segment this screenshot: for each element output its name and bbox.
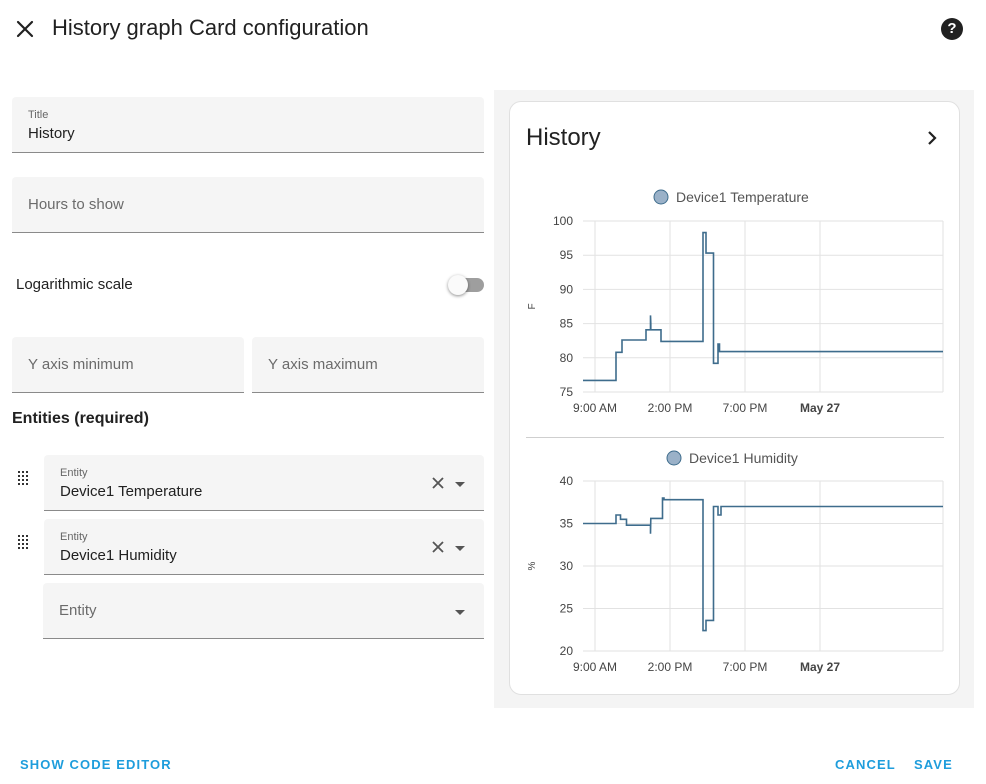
y-axis-maximum-placeholder: Y axis maximum bbox=[268, 356, 378, 373]
y-tick-label: 80 bbox=[560, 351, 574, 365]
y-tick-label: 100 bbox=[553, 214, 573, 228]
hours-to-show-placeholder: Hours to show bbox=[28, 196, 124, 213]
dialog-header: History graph Card configuration ? bbox=[0, 0, 986, 58]
y-axis-label: F bbox=[527, 303, 538, 309]
title-field-label: Title bbox=[28, 109, 49, 121]
legend-label: Device1 Humidity bbox=[689, 450, 798, 466]
humidity-chart: Device1 Humidity 40 35 30 25 20 9:00 AM 2:00 PM… bbox=[527, 450, 944, 674]
title-field-value: History bbox=[28, 125, 75, 142]
y-axis-minimum-field[interactable]: Y axis minimum bbox=[12, 337, 244, 393]
series-line bbox=[583, 497, 943, 632]
y-tick-label: 90 bbox=[560, 282, 574, 296]
clear-icon[interactable] bbox=[430, 539, 446, 555]
new-entity-field[interactable]: Entity bbox=[43, 583, 484, 639]
logarithmic-scale-label: Logarithmic scale bbox=[16, 276, 133, 293]
new-entity-placeholder: Entity bbox=[59, 602, 97, 619]
legend-marker bbox=[666, 450, 682, 466]
x-tick-label: 2:00 PM bbox=[648, 401, 693, 415]
clear-icon[interactable] bbox=[430, 475, 446, 491]
card-title: History bbox=[526, 124, 601, 151]
y-tick-label: 40 bbox=[560, 474, 574, 488]
legend-label: Device1 Temperature bbox=[676, 189, 809, 205]
drag-handle-icon[interactable] bbox=[18, 535, 30, 551]
x-tick-label: May 27 bbox=[800, 401, 840, 415]
y-tick-label: 20 bbox=[560, 644, 574, 658]
y-tick-label: 75 bbox=[560, 385, 574, 399]
x-tick-label: 7:00 PM bbox=[723, 660, 768, 674]
entity-field-value: Device1 Humidity bbox=[60, 547, 177, 564]
x-tick-label: 9:00 AM bbox=[573, 660, 617, 674]
card-config-dialog: History graph Card configuration ? Title… bbox=[0, 0, 986, 784]
legend-marker bbox=[653, 189, 669, 205]
y-axis-maximum-field[interactable]: Y axis maximum bbox=[252, 337, 484, 393]
y-tick-label: 35 bbox=[560, 517, 574, 531]
help-icon[interactable]: ? bbox=[941, 18, 963, 40]
x-tick-label: 7:00 PM bbox=[723, 401, 768, 415]
temperature-chart: Device1 Temperature 100 95 90 85 80 75 9:00 AM 2… bbox=[527, 189, 944, 415]
dropdown-arrow-icon[interactable] bbox=[455, 482, 465, 487]
logarithmic-scale-toggle[interactable] bbox=[448, 275, 484, 295]
title-field[interactable]: Title History bbox=[12, 97, 484, 153]
y-axis-label: % bbox=[527, 561, 538, 570]
close-icon[interactable] bbox=[12, 16, 38, 42]
entity-field-label: Entity bbox=[60, 531, 88, 543]
entities-heading: Entities (required) bbox=[12, 410, 149, 427]
dropdown-arrow-icon[interactable] bbox=[455, 610, 465, 615]
entity-field-1[interactable]: Entity Device1 Temperature bbox=[44, 455, 484, 511]
x-tick-label: 2:00 PM bbox=[648, 660, 693, 674]
entity-field-2[interactable]: Entity Device1 Humidity bbox=[44, 519, 484, 575]
drag-handle-icon[interactable] bbox=[18, 471, 30, 487]
y-tick-label: 85 bbox=[560, 317, 574, 331]
chevron-right-icon[interactable] bbox=[922, 128, 942, 148]
history-card: History Device1 Temperature 100 95 90 85 80 75… bbox=[509, 101, 960, 695]
y-axis-minimum-placeholder: Y axis minimum bbox=[28, 356, 134, 373]
entity-field-value: Device1 Temperature bbox=[60, 483, 203, 500]
toggle-thumb bbox=[448, 275, 468, 295]
entity-field-label: Entity bbox=[60, 467, 88, 479]
y-tick-label: 30 bbox=[560, 559, 574, 573]
x-tick-label: 9:00 AM bbox=[573, 401, 617, 415]
y-tick-label: 95 bbox=[560, 248, 574, 262]
show-code-editor-button[interactable]: SHOW CODE EDITOR bbox=[20, 757, 172, 772]
chart-divider bbox=[526, 437, 944, 438]
save-button[interactable]: SAVE bbox=[914, 757, 953, 772]
x-tick-label: May 27 bbox=[800, 660, 840, 674]
hours-to-show-field[interactable]: Hours to show bbox=[12, 177, 484, 233]
dialog-title: History graph Card configuration bbox=[52, 15, 369, 40]
dropdown-arrow-icon[interactable] bbox=[455, 546, 465, 551]
y-tick-label: 25 bbox=[560, 602, 574, 616]
cancel-button[interactable]: CANCEL bbox=[835, 757, 896, 772]
